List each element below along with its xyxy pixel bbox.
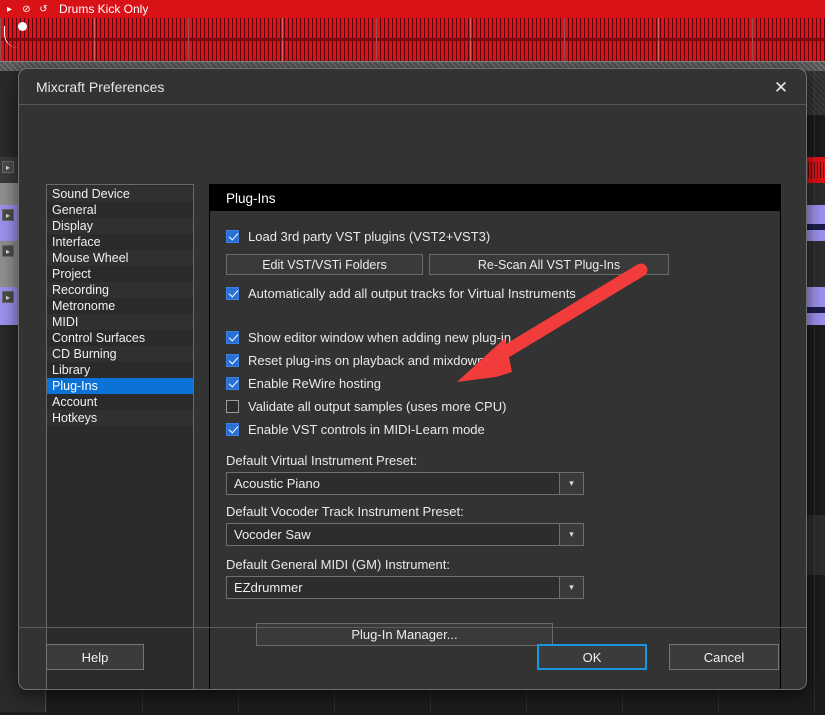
checkbox-label: Automatically add all output tracks for … [248,286,576,301]
close-icon[interactable]: ✕ [770,77,792,97]
sidebar-item-general[interactable]: General [47,202,193,218]
sidebar-item-plug-ins[interactable]: Plug-Ins [47,378,193,394]
checkbox-enable-vst-midi-learn[interactable]: Enable VST controls in MIDI-Learn mode [226,422,485,437]
dialog-body: Sound Device General Display Interface M… [19,106,806,689]
plugins-panel-header: Plug-Ins [210,185,780,211]
label-default-virtual-instrument-preset: Default Virtual Instrument Preset: [226,453,418,468]
chevron-down-icon[interactable]: ▾ [559,473,583,494]
sidebar-item-interface[interactable]: Interface [47,234,193,250]
help-button[interactable]: Help [46,644,144,670]
checkbox-icon[interactable] [226,230,239,243]
sidebar-item-mouse-wheel[interactable]: Mouse Wheel [47,250,193,266]
checkbox-icon[interactable] [226,423,239,436]
cancel-button[interactable]: Cancel [669,644,779,670]
rescan-vst-plugins-button[interactable]: Re-Scan All VST Plug-Ins [429,254,669,275]
track-button-icon[interactable]: ▸ [2,161,14,173]
label-default-vocoder-track-instrument-preset: Default Vocoder Track Instrument Preset: [226,504,464,519]
track-button-icon[interactable]: ▸ [2,245,14,257]
track-button-icon[interactable]: ▸ [2,291,14,303]
checkbox-validate-output-samples[interactable]: Validate all output samples (uses more C… [226,399,506,414]
clip-play-icon[interactable]: ▸ [4,4,15,15]
audio-clip-waveform [0,18,825,61]
audio-clip-titlebar: ▸ ⊘ ↺ Drums Kick Only [0,0,825,18]
label-default-general-midi-instrument: Default General MIDI (GM) Instrument: [226,557,450,572]
dialog-titlebar: Mixcraft Preferences ✕ [19,69,806,105]
ok-button[interactable]: OK [537,644,647,670]
audio-clip-title: Drums Kick Only [59,2,149,16]
checkbox-icon[interactable] [226,354,239,367]
dialog-title: Mixcraft Preferences [36,78,165,95]
dropdown-value: Acoustic Piano [234,476,320,491]
chevron-down-icon[interactable]: ▾ [559,524,583,545]
edit-vst-folders-button[interactable]: Edit VST/VSTi Folders [226,254,423,275]
sidebar-item-metronome[interactable]: Metronome [47,298,193,314]
sidebar-item-library[interactable]: Library [47,362,193,378]
plugins-panel-title: Plug-Ins [226,190,276,206]
checkbox-enable-rewire[interactable]: Enable ReWire hosting [226,376,381,391]
clip-mute-icon[interactable]: ⊘ [21,4,32,15]
sidebar-item-midi[interactable]: MIDI [47,314,193,330]
checkbox-label: Enable ReWire hosting [248,376,381,391]
sidebar-item-control-surfaces[interactable]: Control Surfaces [47,330,193,346]
sidebar-item-cd-burning[interactable]: CD Burning [47,346,193,362]
checkbox-icon[interactable] [226,400,239,413]
sidebar-item-sound-device[interactable]: Sound Device [47,186,193,202]
category-list[interactable]: Sound Device General Display Interface M… [46,184,194,689]
checkbox-label: Enable VST controls in MIDI-Learn mode [248,422,485,437]
dropdown-value: Vocoder Saw [234,527,311,542]
dropdown-default-virtual-instrument-preset[interactable]: Acoustic Piano ▾ [226,472,584,495]
checkbox-auto-add-output-tracks[interactable]: Automatically add all output tracks for … [226,286,576,301]
checkbox-show-editor-window[interactable]: Show editor window when adding new plug-… [226,330,511,345]
checkbox-label: Load 3rd party VST plugins (VST2+VST3) [248,229,491,244]
checkbox-reset-plugins[interactable]: Reset plug-ins on playback and mixdown [226,353,484,368]
plugins-panel: Plug-Ins Load 3rd party VST plugins (VST… [209,184,781,689]
dialog-footer: Help OK Cancel [19,627,806,689]
dropdown-value: EZdrummer [234,580,303,595]
checkbox-load-3rd-party-vst[interactable]: Load 3rd party VST plugins (VST2+VST3) [226,229,490,244]
sidebar-item-display[interactable]: Display [47,218,193,234]
sidebar-item-project[interactable]: Project [47,266,193,282]
clip-loop-icon[interactable]: ↺ [38,4,49,15]
track-button-icon[interactable]: ▸ [2,209,14,221]
sidebar-item-recording[interactable]: Recording [47,282,193,298]
checkbox-label: Show editor window when adding new plug-… [248,330,512,345]
checkbox-label: Reset plug-ins on playback and mixdown [248,353,485,368]
checkbox-icon[interactable] [226,377,239,390]
clip-segment-lines [0,18,825,61]
sidebar-item-account[interactable]: Account [47,394,193,410]
dropdown-default-vocoder-track-instrument-preset[interactable]: Vocoder Saw ▾ [226,523,584,546]
dropdown-default-general-midi-instrument[interactable]: EZdrummer ▾ [226,576,584,599]
checkbox-icon[interactable] [226,287,239,300]
chevron-down-icon[interactable]: ▾ [559,577,583,598]
checkbox-label: Validate all output samples (uses more C… [248,399,507,414]
checkbox-icon[interactable] [226,331,239,344]
sidebar-item-hotkeys[interactable]: Hotkeys [47,410,193,426]
plugins-panel-content: Load 3rd party VST plugins (VST2+VST3) E… [210,211,780,689]
preferences-dialog: Mixcraft Preferences ✕ Sound Device Gene… [18,68,807,690]
